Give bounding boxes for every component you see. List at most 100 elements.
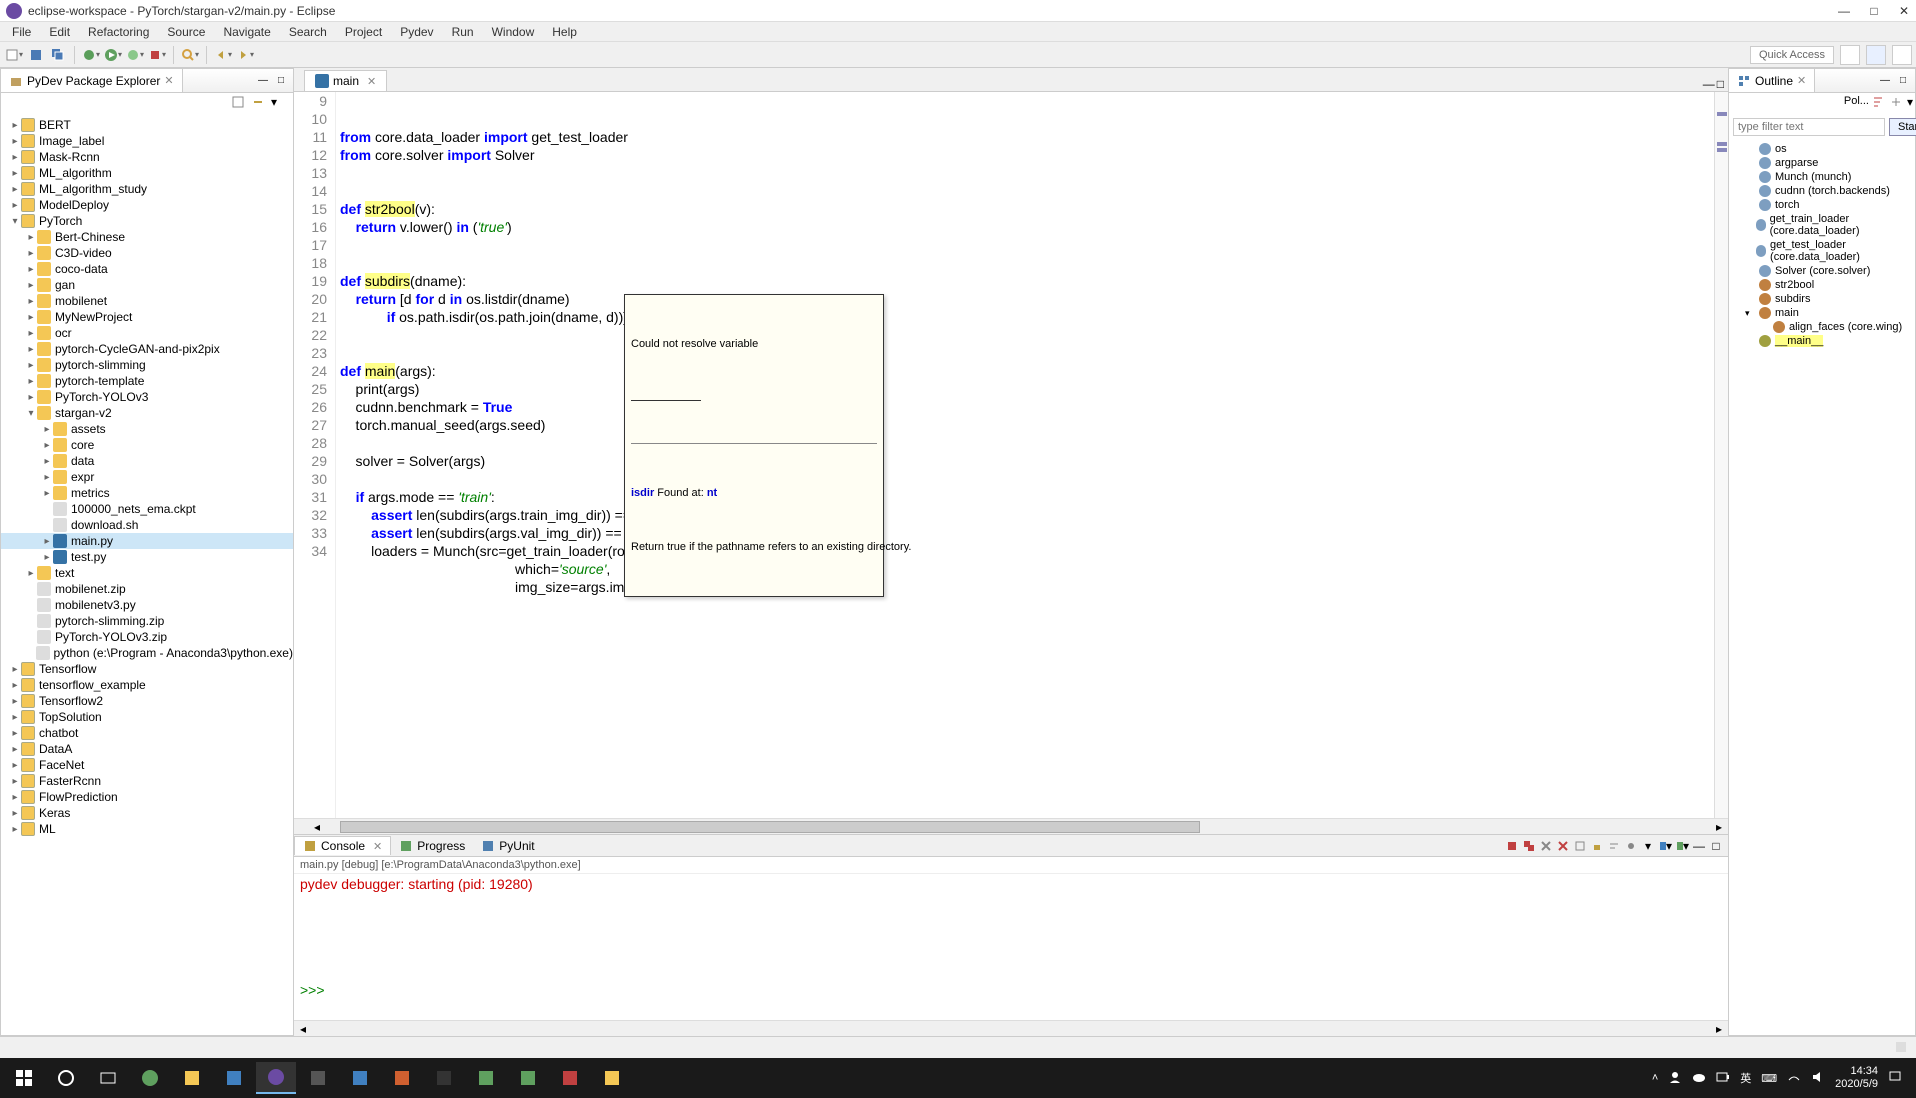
tree-item-ml-algorithm[interactable]: ▸ML_algorithm (1, 165, 293, 181)
editor-tab-main[interactable]: main ✕ (304, 70, 387, 91)
outline-tab[interactable]: Outline ✕ (1729, 69, 1815, 92)
code-line-19[interactable]: if os.path.isdir(os.path.join(dname, d))… (340, 308, 1714, 326)
tree-item-mask-rcnn[interactable]: ▸Mask-Rcnn (1, 149, 293, 165)
coverage-button[interactable]: ▾ (125, 45, 145, 65)
pin-console-button[interactable] (1623, 838, 1639, 854)
tray-onedrive-icon[interactable] (1692, 1070, 1706, 1087)
terminate-all-button[interactable] (1521, 838, 1537, 854)
save-all-button[interactable] (48, 45, 68, 65)
task-view-button[interactable] (88, 1062, 128, 1094)
cortana-button[interactable] (46, 1062, 86, 1094)
tree-item-main-py[interactable]: ▸main.py (1, 533, 293, 549)
explorer-tree[interactable]: ▸BERT▸Image_label▸Mask-Rcnn▸ML_algorithm… (1, 115, 293, 1035)
tree-item-chatbot[interactable]: ▸chatbot (1, 725, 293, 741)
editor-hscroll[interactable]: ◂ ▸ (294, 818, 1728, 834)
outline-tree[interactable]: os argparse Munch (munch) cudnn (torch.b… (1729, 140, 1915, 1035)
outline-torch[interactable]: torch (1729, 198, 1915, 212)
taskbar-app-8[interactable] (424, 1062, 464, 1094)
view-menu-button[interactable]: ▾ (271, 95, 289, 113)
code-line-9[interactable]: from core.data_loader import get_test_lo… (340, 128, 1714, 146)
debug-perspective-button[interactable] (1892, 45, 1912, 65)
outline-get-train-loader--core-data-loader-[interactable]: get_train_loader (core.data_loader) (1729, 212, 1915, 238)
tree-item-mynewproject[interactable]: ▸MyNewProject (1, 309, 293, 325)
outline-menu-button[interactable]: ▾ (1907, 95, 1913, 112)
back-button[interactable]: ▾ (213, 45, 233, 65)
code-line-32[interactable]: loaders = Munch(src=get_train_loader(roo… (340, 542, 1714, 560)
code-line-30[interactable]: assert len(subdirs(args.train_img_dir)) … (340, 506, 1714, 524)
maximize-console-button[interactable]: □ (1708, 838, 1724, 854)
console-prompt[interactable]: >>> (300, 982, 1722, 998)
tree-item-stargan-v2[interactable]: ▾stargan-v2 (1, 405, 293, 421)
tree-item-pytorch-yolov3-zip[interactable]: PyTorch-YOLOv3.zip (1, 629, 293, 645)
tree-item-assets[interactable]: ▸assets (1, 421, 293, 437)
code-line-29[interactable]: if args.mode == 'train': (340, 488, 1714, 506)
tree-item-c3d-video[interactable]: ▸C3D-video (1, 245, 293, 261)
menu-file[interactable]: File (4, 23, 39, 41)
tree-item-download-sh[interactable]: download.sh (1, 517, 293, 533)
code-line-14[interactable]: return v.lower() in ('true') (340, 218, 1714, 236)
tree-item-100000-nets-ema-ckpt[interactable]: 100000_nets_ema.ckpt (1, 501, 293, 517)
tree-item-tensorflow[interactable]: ▸Tensorflow (1, 661, 293, 677)
tree-item-flowprediction[interactable]: ▸FlowPrediction (1, 789, 293, 805)
tree-item-pytorch[interactable]: ▾PyTorch (1, 213, 293, 229)
tree-item-pytorch-yolov3[interactable]: ▸PyTorch-YOLOv3 (1, 389, 293, 405)
menu-run[interactable]: Run (444, 23, 482, 41)
clear-console-button[interactable] (1572, 838, 1588, 854)
code-line-18[interactable]: return [d for d in os.listdir(dname) (340, 290, 1714, 308)
tree-item-dataa[interactable]: ▸DataA (1, 741, 293, 757)
search-button[interactable]: ▾ (180, 45, 200, 65)
tray-battery-icon[interactable] (1716, 1072, 1730, 1085)
menu-edit[interactable]: Edit (41, 23, 78, 41)
console-hscroll[interactable]: ◂▸ (294, 1020, 1728, 1036)
tree-item-ml[interactable]: ▸ML (1, 821, 293, 837)
outline-filter-input[interactable] (1733, 118, 1885, 136)
tree-item-expr[interactable]: ▸expr (1, 469, 293, 485)
outline---main--[interactable]: __main__ (1729, 334, 1915, 348)
console-tab-progress[interactable]: Progress (391, 837, 473, 855)
remove-all-button[interactable] (1555, 838, 1571, 854)
code-line-20[interactable] (340, 326, 1714, 344)
collapse-all-button[interactable] (231, 95, 249, 113)
minimize-view-button[interactable]: — (1877, 73, 1893, 89)
code-line-24[interactable]: cudnn.benchmark = True (340, 398, 1714, 416)
quick-access[interactable]: Quick Access (1750, 46, 1834, 64)
taskbar-app-12[interactable] (592, 1062, 632, 1094)
taskbar-app-5[interactable] (298, 1062, 338, 1094)
tree-item-python--e--program---anaconda3-python-exe-[interactable]: python (e:\Program - Anaconda3\python.ex… (1, 645, 293, 661)
tray-input-icon[interactable]: 英 (1740, 1070, 1751, 1086)
console-tab-console[interactable]: Console✕ (294, 836, 391, 855)
debug-button[interactable]: ▾ (81, 45, 101, 65)
outline-munch--munch-[interactable]: Munch (munch) (1729, 170, 1915, 184)
outline-subdirs[interactable]: subdirs (1729, 292, 1915, 306)
minimize-view-button[interactable]: — (255, 73, 271, 89)
taskbar-app-7[interactable] (382, 1062, 422, 1094)
code-line-28[interactable] (340, 470, 1714, 488)
outline-sort-button[interactable] (1871, 95, 1887, 112)
minimize-button[interactable]: — (1838, 5, 1850, 17)
outline-main[interactable]: ▾main (1729, 306, 1915, 320)
outline-cudnn--torch-backends-[interactable]: cudnn (torch.backends) (1729, 184, 1915, 198)
display-console-button[interactable]: ▾ (1640, 838, 1656, 854)
package-explorer-tab[interactable]: PyDev Package Explorer ✕ (1, 69, 183, 92)
code-line-21[interactable] (340, 344, 1714, 362)
code-line-17[interactable]: def subdirs(dname): (340, 272, 1714, 290)
taskbar-app-1[interactable] (130, 1062, 170, 1094)
link-editor-button[interactable] (251, 95, 269, 113)
code-line-13[interactable]: def str2bool(v): (340, 200, 1714, 218)
tree-item-pytorch-template[interactable]: ▸pytorch-template (1, 373, 293, 389)
pydev-perspective-button[interactable] (1866, 45, 1886, 65)
menu-search[interactable]: Search (281, 23, 335, 41)
tree-item-ocr[interactable]: ▸ocr (1, 325, 293, 341)
minimize-console-button[interactable]: — (1691, 838, 1707, 854)
menu-project[interactable]: Project (337, 23, 390, 41)
tree-item-mobilenetv3-py[interactable]: mobilenetv3.py (1, 597, 293, 613)
new-console-button[interactable]: ▾ (1674, 838, 1690, 854)
tree-item-test-py[interactable]: ▸test.py (1, 549, 293, 565)
taskbar-app-11[interactable] (550, 1062, 590, 1094)
tray-up-icon[interactable]: ˄ (1652, 1072, 1658, 1084)
tree-item-facenet[interactable]: ▸FaceNet (1, 757, 293, 773)
outline-start-button[interactable]: Start (1889, 118, 1916, 136)
code-line-11[interactable] (340, 164, 1714, 182)
tray-time[interactable]: 14:34 (1835, 1065, 1878, 1078)
tree-item-mobilenet-zip[interactable]: mobilenet.zip (1, 581, 293, 597)
